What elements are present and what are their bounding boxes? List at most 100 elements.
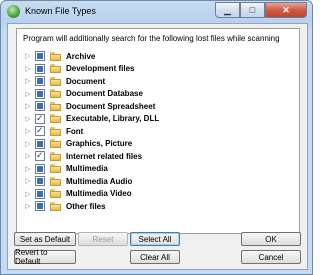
tree-item[interactable]: ▷ Document	[23, 75, 293, 88]
tree-item[interactable]: ▷ Development files	[23, 63, 293, 76]
folder-icon	[50, 164, 61, 174]
tree-item-label: Multimedia	[66, 164, 108, 174]
expand-arrow-icon[interactable]: ▷	[23, 90, 33, 98]
panel-description: Program will additionally search for the…	[23, 34, 280, 43]
window-controls: ▁ □ ✕	[215, 2, 307, 18]
expand-arrow-icon[interactable]: ▷	[23, 127, 33, 135]
checkbox[interactable]: ✓	[35, 150, 45, 162]
maximize-icon: □	[249, 5, 256, 15]
tree-item-label: Multimedia Video	[66, 189, 132, 199]
tree-item-label: Executable, Library, DLL	[66, 114, 160, 124]
partial-check-icon	[37, 78, 43, 85]
checkbox[interactable]	[35, 101, 45, 112]
set-as-default-button[interactable]: Set as Default	[14, 232, 76, 246]
tree-item[interactable]: ▷ Multimedia Video	[23, 188, 293, 201]
minimize-button[interactable]: ▁	[215, 2, 240, 18]
partial-check-icon	[37, 203, 43, 210]
checkmark-icon: ✓	[36, 112, 44, 123]
dialog-client-area: Program will additionally search for the…	[7, 23, 308, 270]
tree-item-label: Document Spreadsheet	[66, 101, 156, 111]
file-types-panel: Program will additionally search for the…	[16, 28, 300, 234]
tree-item-label: Development files	[66, 64, 135, 74]
tree-item-label: Document Database	[66, 89, 143, 99]
select-all-button[interactable]: Select All	[130, 232, 180, 246]
checkbox[interactable]	[35, 63, 45, 74]
checkbox[interactable]	[35, 76, 45, 87]
checkbox[interactable]	[35, 51, 45, 62]
expand-arrow-icon[interactable]: ▷	[23, 77, 33, 85]
expand-arrow-icon[interactable]: ▷	[23, 102, 33, 110]
checkbox[interactable]	[35, 201, 45, 212]
ok-button[interactable]: OK	[241, 232, 301, 246]
partial-check-icon	[37, 165, 43, 172]
expand-arrow-icon[interactable]: ▷	[23, 152, 33, 160]
window-title: Known File Types	[25, 6, 96, 16]
folder-icon	[50, 189, 61, 199]
checkbox[interactable]: ✓	[35, 125, 45, 137]
tree-item-label: Multimedia Audio	[66, 176, 133, 186]
tree-item-label: Internet related files	[66, 151, 143, 161]
folder-icon	[50, 51, 61, 61]
expand-arrow-icon[interactable]: ▷	[23, 165, 33, 173]
partial-check-icon	[37, 103, 43, 110]
checkmark-icon: ✓	[36, 125, 44, 136]
tree-item[interactable]: ▷ Archive	[23, 50, 293, 63]
expand-arrow-icon[interactable]: ▷	[23, 65, 33, 73]
checkbox[interactable]	[35, 138, 45, 149]
expand-arrow-icon[interactable]: ▷	[23, 177, 33, 185]
tree-item-label: Font	[66, 126, 84, 136]
reset-button[interactable]: Reset	[78, 232, 128, 246]
partial-check-icon	[37, 65, 43, 72]
title-bar[interactable]: Known File Types ▁ □ ✕	[1, 1, 312, 23]
tree-item-label: Archive	[66, 51, 96, 61]
checkbox[interactable]	[35, 163, 45, 174]
folder-icon	[50, 126, 61, 136]
tree-item[interactable]: ▷ Graphics, Picture	[23, 138, 293, 151]
folder-icon	[50, 176, 61, 186]
minimize-icon: ▁	[224, 4, 231, 15]
tree-item-label: Other files	[66, 201, 106, 211]
expand-arrow-icon[interactable]: ▷	[23, 190, 33, 198]
close-button[interactable]: ✕	[265, 2, 307, 18]
expand-arrow-icon[interactable]: ▷	[23, 52, 33, 60]
tree-item[interactable]: ▷ Document Database	[23, 88, 293, 101]
checkbox[interactable]	[35, 88, 45, 99]
partial-check-icon	[37, 90, 43, 97]
folder-icon	[50, 201, 61, 211]
partial-check-icon	[37, 53, 43, 60]
close-icon: ✕	[282, 4, 290, 15]
expand-arrow-icon[interactable]: ▷	[23, 115, 33, 123]
partial-check-icon	[37, 140, 43, 147]
tree-item-label: Graphics, Picture	[66, 139, 133, 149]
partial-check-icon	[37, 178, 43, 185]
file-types-tree: ▷ Archive ▷ Development files ▷ Document ▷ Docu…	[23, 50, 293, 213]
known-file-types-window: Known File Types ▁ □ ✕ Program will addi…	[0, 0, 313, 275]
checkbox[interactable]	[35, 188, 45, 199]
tree-item[interactable]: ▷ Multimedia	[23, 163, 293, 176]
checkbox[interactable]: ✓	[35, 112, 45, 124]
expand-arrow-icon[interactable]: ▷	[23, 140, 33, 148]
clear-all-button[interactable]: Clear All	[130, 250, 180, 264]
tree-item[interactable]: ▷ Other files	[23, 200, 293, 213]
folder-icon	[50, 89, 61, 99]
checkbox[interactable]	[35, 176, 45, 187]
tree-item[interactable]: ▷ Document Spreadsheet	[23, 100, 293, 113]
tree-item-label: Document	[66, 76, 106, 86]
folder-icon	[50, 101, 61, 111]
cancel-button[interactable]: Cancel	[241, 250, 301, 264]
partial-check-icon	[37, 190, 43, 197]
revert-to-default-button[interactable]: Revert to Default	[14, 248, 76, 266]
tree-item[interactable]: ▷ ✓ Font	[23, 125, 293, 138]
tree-item[interactable]: ▷ Multimedia Audio	[23, 175, 293, 188]
tree-item[interactable]: ▷ ✓ Executable, Library, DLL	[23, 113, 293, 126]
folder-icon	[50, 64, 61, 74]
checkmark-icon: ✓	[36, 150, 44, 161]
folder-icon	[50, 139, 61, 149]
folder-icon	[50, 76, 61, 86]
maximize-button[interactable]: □	[240, 2, 265, 18]
folder-icon	[50, 114, 61, 124]
folder-icon	[50, 151, 61, 161]
tree-item[interactable]: ▷ ✓ Internet related files	[23, 150, 293, 163]
app-icon	[7, 5, 20, 18]
expand-arrow-icon[interactable]: ▷	[23, 202, 33, 210]
